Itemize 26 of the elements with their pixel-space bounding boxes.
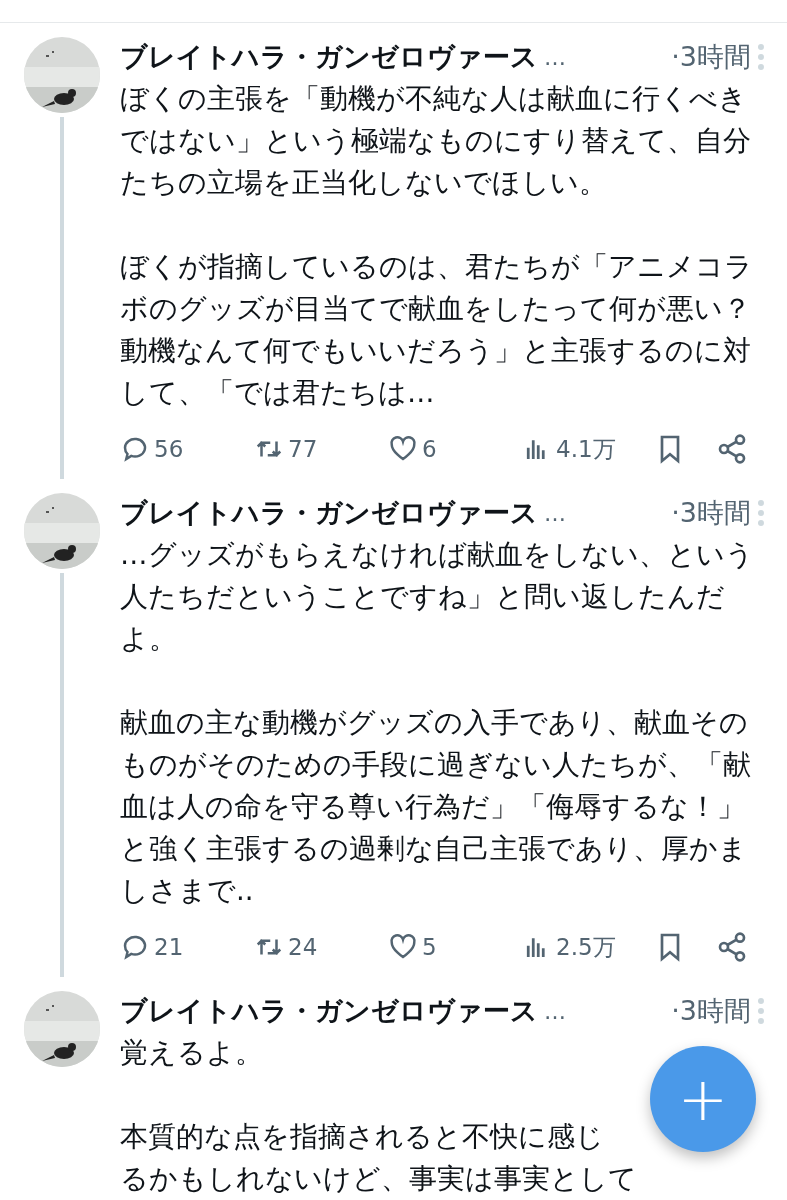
author-name[interactable]: ブレイトハラ・ガンゼロヴァース (120, 993, 538, 1029)
like-button[interactable]: 6 (388, 434, 522, 464)
like-button[interactable]: 5 (388, 932, 522, 962)
tweet-text: 献血の主な動機がグッズの入手であり、献血そのものがそのための手段に過ぎない人たちが、「献血は人の命を守る尊い行為だ」「侮辱するな！」と強く主張するの過剰な自己主張であり、厚かましさまで.. (120, 705, 752, 908)
share-icon[interactable] (716, 433, 748, 465)
tweet-text: 覚えるよ。 (120, 1035, 263, 1070)
timestamp[interactable]: ·3時間 (671, 39, 751, 75)
views-button[interactable]: 4.1万 (522, 433, 654, 465)
tweet-text: ぼくの主張を「動機が不純な人は献血に行くべきではない」という極端なものにすり替えて、自分たちの立場を正当化しないでほしい。 (120, 81, 752, 200)
reply-button[interactable]: 56 (120, 434, 254, 464)
repost-button[interactable]: 77 (254, 434, 388, 464)
share-icon[interactable] (716, 931, 748, 963)
tweet-text-line: 本質的な点を指摘されると不快に感じ (120, 1119, 605, 1154)
truncation-ellipsis: … (544, 500, 566, 526)
reply-button[interactable]: 21 (120, 932, 254, 962)
tweet-text-line: るかもしれないけど、事実は事実として (120, 1161, 637, 1196)
truncation-ellipsis: … (544, 998, 566, 1024)
tweet-text: …グッズがもらえなければ献血をしない、という人たちだということですね」と問い返したんだよ。 (120, 537, 755, 656)
tweet-text: ぼくが指摘しているのは、君たちが「アニメコラボのグッズが目当てで献血をしたって何が悪い？動機なんて何でもいいだろう」と主張するのに対して、「では君たちは… (120, 249, 754, 410)
timestamp[interactable]: ·3時間 (671, 993, 751, 1029)
repost-button[interactable]: 24 (254, 932, 388, 962)
author-name[interactable]: ブレイトハラ・ガンゼロヴァース (120, 495, 538, 531)
author-name[interactable]: ブレイトハラ・ガンゼロヴァース (120, 39, 538, 75)
truncation-ellipsis: … (544, 44, 566, 70)
views-button[interactable]: 2.5万 (522, 931, 654, 963)
timestamp[interactable]: ·3時間 (671, 495, 751, 531)
